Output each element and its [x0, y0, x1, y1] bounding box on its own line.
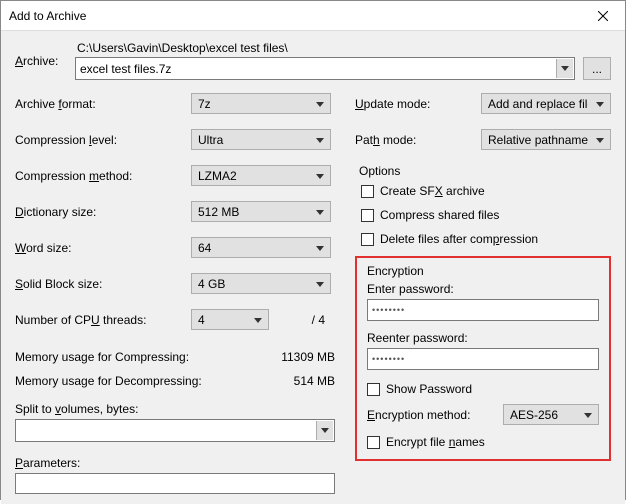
word-size-label: Word size:	[15, 241, 191, 255]
sfx-checkbox[interactable]	[361, 185, 374, 198]
update-mode-row: Update mode: Add and replace files	[355, 92, 611, 115]
window-title: Add to Archive	[1, 9, 580, 23]
main-columns: Archive format: 7z Compression level: Ul…	[15, 92, 611, 494]
enter-password-label: Enter password:	[367, 282, 599, 296]
chevron-down-icon	[561, 66, 569, 72]
enter-password-input[interactable]: ••••••••	[367, 299, 599, 321]
chevron-down-icon	[316, 169, 324, 183]
path-mode-select[interactable]: Relative pathnames	[481, 129, 611, 150]
encryption-method-select[interactable]: AES-256	[503, 404, 599, 425]
chevron-down-icon	[316, 241, 324, 255]
encryption-group: Encryption Enter password: •••••••• Reen…	[355, 256, 611, 461]
cpu-threads-row: Number of CPU threads: 4 / 4	[15, 308, 335, 331]
chevron-down-icon	[321, 428, 329, 434]
compression-method-row: Compression method: LZMA2	[15, 164, 335, 187]
chevron-down-icon	[254, 313, 262, 327]
left-column: Archive format: 7z Compression level: Ul…	[15, 92, 335, 494]
compression-method-label: Compression method:	[15, 169, 191, 183]
encryption-method-row: Encryption method: AES-256	[367, 404, 599, 425]
memory-compressing-row: Memory usage for Compressing: 11309 MB	[15, 350, 335, 364]
split-volumes-input[interactable]	[15, 419, 335, 442]
browse-button[interactable]: ...	[583, 57, 611, 80]
split-dropdown-button[interactable]	[316, 421, 333, 440]
archive-dropdown-button[interactable]	[556, 59, 573, 78]
sfx-checkbox-row[interactable]: Create SFX archive	[361, 184, 611, 198]
encrypt-names-checkbox-row[interactable]: Encrypt file names	[367, 435, 599, 449]
archive-path: C:\Users\Gavin\Desktop\excel test files\	[75, 41, 611, 55]
show-password-checkbox-row[interactable]: Show Password	[367, 382, 599, 396]
archive-format-select[interactable]: 7z	[191, 93, 331, 114]
path-mode-row: Path mode: Relative pathnames	[355, 128, 611, 151]
update-mode-label: Update mode:	[355, 97, 481, 111]
dictionary-size-label: Dictionary size:	[15, 205, 191, 219]
close-icon	[598, 11, 608, 21]
chevron-down-icon	[316, 97, 324, 111]
archive-format-row: Archive format: 7z	[15, 92, 335, 115]
show-password-label: Show Password	[386, 382, 472, 396]
parameters-label: Parameters:	[15, 456, 335, 470]
delete-after-label: Delete files after compression	[380, 232, 538, 246]
compress-shared-checkbox[interactable]	[361, 209, 374, 222]
encryption-method-label: Encryption method:	[367, 408, 503, 422]
archive-row: Archive: C:\Users\Gavin\Desktop\excel te…	[15, 41, 611, 80]
sfx-checkbox-label: Create SFX archive	[380, 184, 485, 198]
right-column: Update mode: Add and replace files Path …	[355, 92, 611, 494]
compression-method-select[interactable]: LZMA2	[191, 165, 331, 186]
memory-decompressing-value: 514 MB	[255, 374, 335, 388]
archive-label: Archive:	[15, 54, 75, 68]
archive-format-label: Archive format:	[15, 97, 191, 111]
compression-level-label: Compression level:	[15, 133, 191, 147]
word-size-row: Word size: 64	[15, 236, 335, 259]
options-label: Options	[359, 164, 611, 178]
path-mode-label: Path mode:	[355, 133, 481, 147]
archive-filename-input[interactable]: excel test files.7z	[75, 57, 575, 80]
chevron-down-icon	[316, 133, 324, 147]
reenter-password-input[interactable]: ••••••••	[367, 348, 599, 370]
add-to-archive-window: Add to Archive Archive: C:\Users\Gavin\D…	[0, 0, 626, 500]
reenter-password-label: Reenter password:	[367, 331, 599, 345]
close-button[interactable]	[580, 1, 625, 31]
cpu-threads-label: Number of CPU threads:	[15, 313, 191, 327]
delete-after-checkbox-row[interactable]: Delete files after compression	[361, 232, 611, 246]
chevron-down-icon	[584, 408, 592, 422]
cpu-threads-total: / 4	[275, 313, 325, 327]
dictionary-size-select[interactable]: 512 MB	[191, 201, 331, 222]
compress-shared-label: Compress shared files	[380, 208, 499, 222]
dialog-content: Archive: C:\Users\Gavin\Desktop\excel te…	[1, 31, 625, 504]
encrypt-names-label: Encrypt file names	[386, 435, 485, 449]
compress-shared-checkbox-row[interactable]: Compress shared files	[361, 208, 611, 222]
show-password-checkbox[interactable]	[367, 383, 380, 396]
memory-compressing-value: 11309 MB	[255, 350, 335, 364]
word-size-select[interactable]: 64	[191, 237, 331, 258]
encrypt-names-checkbox[interactable]	[367, 436, 380, 449]
update-mode-select[interactable]: Add and replace files	[481, 93, 611, 114]
solid-block-size-label: Solid Block size:	[15, 277, 191, 291]
titlebar: Add to Archive	[1, 1, 625, 31]
cpu-threads-select[interactable]: 4	[191, 309, 269, 330]
chevron-down-icon	[316, 205, 324, 219]
delete-after-checkbox[interactable]	[361, 233, 374, 246]
memory-decompressing-label: Memory usage for Decompressing:	[15, 374, 255, 388]
split-volumes-label: Split to volumes, bytes:	[15, 402, 335, 416]
chevron-down-icon	[596, 97, 604, 111]
compression-level-select[interactable]: Ultra	[191, 129, 331, 150]
chevron-down-icon	[596, 133, 604, 147]
memory-decompressing-row: Memory usage for Decompressing: 514 MB	[15, 374, 335, 388]
dictionary-size-row: Dictionary size: 512 MB	[15, 200, 335, 223]
solid-block-size-select[interactable]: 4 GB	[191, 273, 331, 294]
compression-level-row: Compression level: Ultra	[15, 128, 335, 151]
chevron-down-icon	[316, 277, 324, 291]
memory-compressing-label: Memory usage for Compressing:	[15, 350, 255, 364]
encryption-label: Encryption	[367, 264, 599, 278]
solid-block-size-row: Solid Block size: 4 GB	[15, 272, 335, 295]
parameters-input[interactable]	[15, 473, 335, 494]
